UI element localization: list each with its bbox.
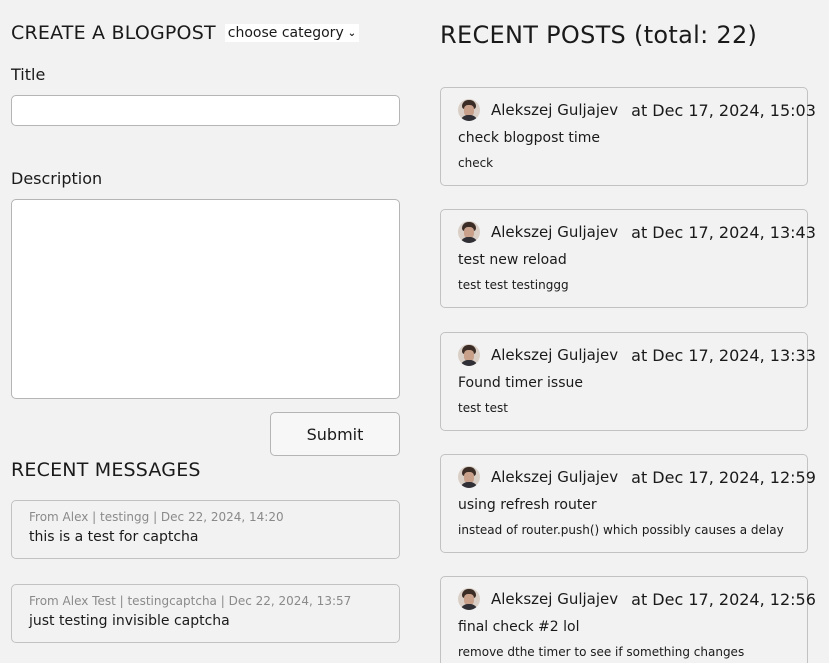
title-label: Title: [11, 65, 46, 84]
post-header: Alekszej Guljajev at Dec 17, 2024, 15:03: [458, 98, 816, 122]
post-header: Alekszej Guljajev at Dec 17, 2024, 12:59: [458, 465, 816, 489]
message-meta: From Alex Test | testingcaptcha | Dec 22…: [29, 594, 352, 608]
description-label: Description: [11, 169, 103, 188]
message-text: this is a test for captcha: [29, 529, 199, 545]
description-textarea[interactable]: [11, 199, 400, 399]
post-author: Alekszej Guljajev: [491, 590, 619, 608]
post-title: check blogpost time: [458, 130, 600, 146]
post-author: Alekszej Guljajev: [491, 346, 619, 364]
post-header: Alekszej Guljajev at Dec 17, 2024, 12:56: [458, 587, 816, 611]
chevron-down-icon: ⌄: [347, 27, 357, 39]
author-avatar: [458, 466, 480, 488]
post-date: at Dec 17, 2024, 12:56: [631, 589, 816, 609]
posts-heading: RECENT POSTS (total: 22): [440, 21, 758, 49]
author-avatar: [458, 344, 480, 366]
post-card[interactable]: Alekszej Guljajev at Dec 17, 2024, 13:43…: [440, 209, 816, 308]
post-author: Alekszej Guljajev: [491, 223, 619, 241]
message-meta: From Alex | testingg | Dec 22, 2024, 14:…: [29, 510, 284, 524]
author-avatar: [458, 588, 480, 610]
post-card[interactable]: Alekszej Guljajev at Dec 17, 2024, 12:59…: [440, 454, 816, 553]
category-select[interactable]: choose category ⌄: [224, 24, 360, 42]
post-date: at Dec 17, 2024, 15:03: [631, 100, 816, 120]
post-title: test new reload: [458, 252, 567, 268]
submit-button[interactable]: Submit: [270, 412, 400, 456]
post-description: instead of router.push() which possibly …: [458, 523, 784, 537]
post-card[interactable]: Alekszej Guljajev at Dec 17, 2024, 13:33…: [440, 332, 816, 431]
author-avatar: [458, 221, 480, 243]
category-select-value: choose category: [227, 25, 344, 41]
create-header: CREATE A BLOGPOST choose category ⌄: [11, 22, 360, 44]
messages-heading: RECENT MESSAGES: [11, 459, 201, 481]
post-header: Alekszej Guljajev at Dec 17, 2024, 13:33: [458, 343, 816, 367]
post-card[interactable]: Alekszej Guljajev at Dec 17, 2024, 12:56…: [440, 576, 816, 663]
author-avatar: [458, 99, 480, 121]
title-input[interactable]: [11, 95, 400, 126]
message-card: From Alex | testingg | Dec 22, 2024, 14:…: [11, 500, 400, 559]
post-card[interactable]: Alekszej Guljajev at Dec 17, 2024, 15:03…: [440, 87, 816, 186]
post-title: using refresh router: [458, 497, 597, 513]
message-card: From Alex Test | testingcaptcha | Dec 22…: [11, 584, 400, 643]
message-text: just testing invisible captcha: [29, 613, 230, 629]
post-header: Alekszej Guljajev at Dec 17, 2024, 13:43: [458, 220, 816, 244]
post-date: at Dec 17, 2024, 13:33: [631, 345, 816, 365]
post-title: Found timer issue: [458, 375, 584, 391]
post-date: at Dec 17, 2024, 12:59: [631, 467, 816, 487]
post-description: test test testinggg: [458, 278, 569, 292]
post-description: check: [458, 156, 494, 170]
post-author: Alekszej Guljajev: [491, 468, 619, 486]
create-heading: CREATE A BLOGPOST: [11, 22, 216, 44]
post-description: remove dthe timer to see if something ch…: [458, 645, 745, 659]
post-description: test test: [458, 401, 508, 415]
post-date: at Dec 17, 2024, 13:43: [631, 222, 816, 242]
post-title: final check #2 lol: [458, 619, 580, 635]
post-author: Alekszej Guljajev: [491, 101, 619, 119]
